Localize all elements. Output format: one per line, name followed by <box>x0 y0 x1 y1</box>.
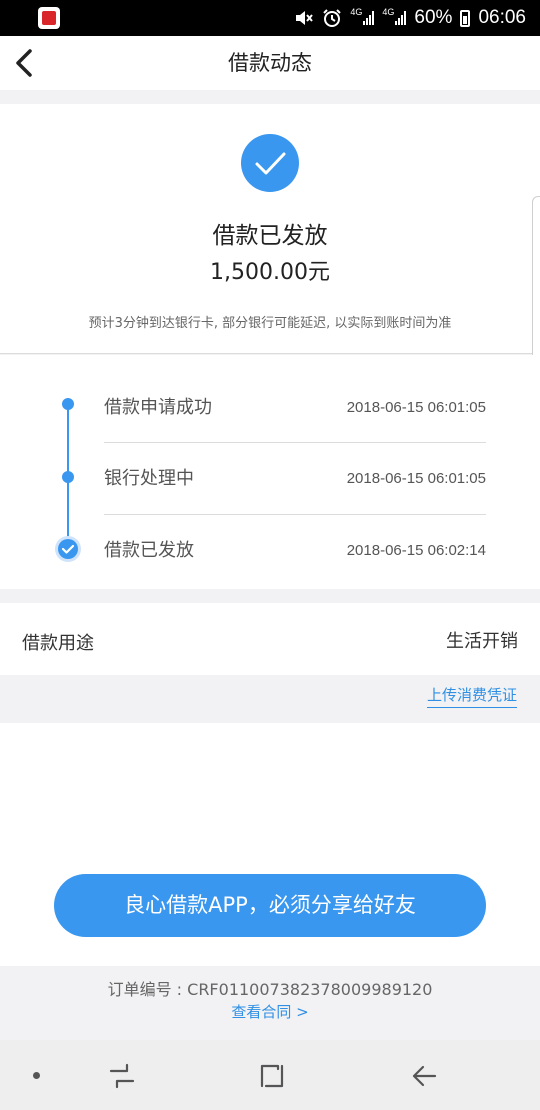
nav-bar: 借款动态 <box>0 36 540 90</box>
share-button[interactable]: 良心借款APP，必须分享给好友 <box>54 874 486 937</box>
nav-dot-icon[interactable] <box>33 1072 40 1079</box>
signal-4g-icon: 4G <box>382 8 407 28</box>
timeline-step-label: 借款申请成功 <box>104 397 212 418</box>
system-nav-bar <box>0 1040 540 1110</box>
app-notification-icon <box>38 7 60 29</box>
status-icons: 4G 4G 60% 06:06 <box>294 0 526 36</box>
loan-status-title: 借款已发放 <box>212 223 328 249</box>
recent-apps-icon[interactable] <box>108 1062 136 1090</box>
loan-amount: 1,500.00元 <box>210 260 330 285</box>
timeline-step-time: 2018-06-15 06:01:05 <box>346 470 486 487</box>
timeline-step-label: 银行处理中 <box>104 468 194 489</box>
upload-receipt-link[interactable]: 上传消费凭证 <box>426 684 517 708</box>
battery-icon <box>460 9 471 27</box>
mute-icon <box>294 8 314 28</box>
order-number: 订单编号 : CRF0110073823780099891​20 <box>107 980 433 999</box>
timeline-step-label: 借款已发放 <box>104 540 194 561</box>
battery-percent: 60% <box>414 7 453 28</box>
check-circle-icon <box>241 134 299 192</box>
clock: 06:06 <box>478 7 526 28</box>
timeline-step-time: 2018-06-15 06:02:14 <box>346 542 486 559</box>
signal-4g-icon: 4G <box>350 8 375 28</box>
timeline-row: 银行处理中 2018-06-15 06:01:05 <box>104 443 486 515</box>
alarm-icon <box>322 8 342 28</box>
timeline-dot <box>62 471 74 483</box>
view-contract-link[interactable]: 查看合同 > <box>0 1001 540 1022</box>
loan-purpose-row: 借款用途 生活开销 <box>0 603 540 675</box>
home-icon[interactable] <box>258 1062 286 1090</box>
arrival-hint: 预计3分钟到达银行卡, 部分银行可能延迟, 以实际到账时间为准 <box>88 316 452 331</box>
loan-purpose-label: 借款用途 <box>22 633 94 654</box>
page-title: 借款动态 <box>228 51 312 75</box>
back-arrow-icon[interactable] <box>410 1062 438 1090</box>
timeline-check-icon <box>55 536 81 562</box>
timeline-step-time: 2018-06-15 06:01:05 <box>346 399 486 416</box>
progress-timeline: 借款申请成功 2018-06-15 06:01:05 银行处理中 2018-06… <box>0 355 540 589</box>
timeline-connector <box>67 404 69 476</box>
timeline-dot <box>62 398 74 410</box>
status-bar: 4G 4G 60% 06:06 <box>0 0 540 36</box>
loan-summary-card: 借款已发放 1,500.00元 预计3分钟到达银行卡, 部分银行可能延迟, 以实… <box>0 104 540 354</box>
timeline-row: 借款已发放 2018-06-15 06:02:14 <box>104 515 486 587</box>
loan-purpose-value: 生活开销 <box>446 631 518 652</box>
timeline-row: 借款申请成功 2018-06-15 06:01:05 <box>104 371 486 443</box>
